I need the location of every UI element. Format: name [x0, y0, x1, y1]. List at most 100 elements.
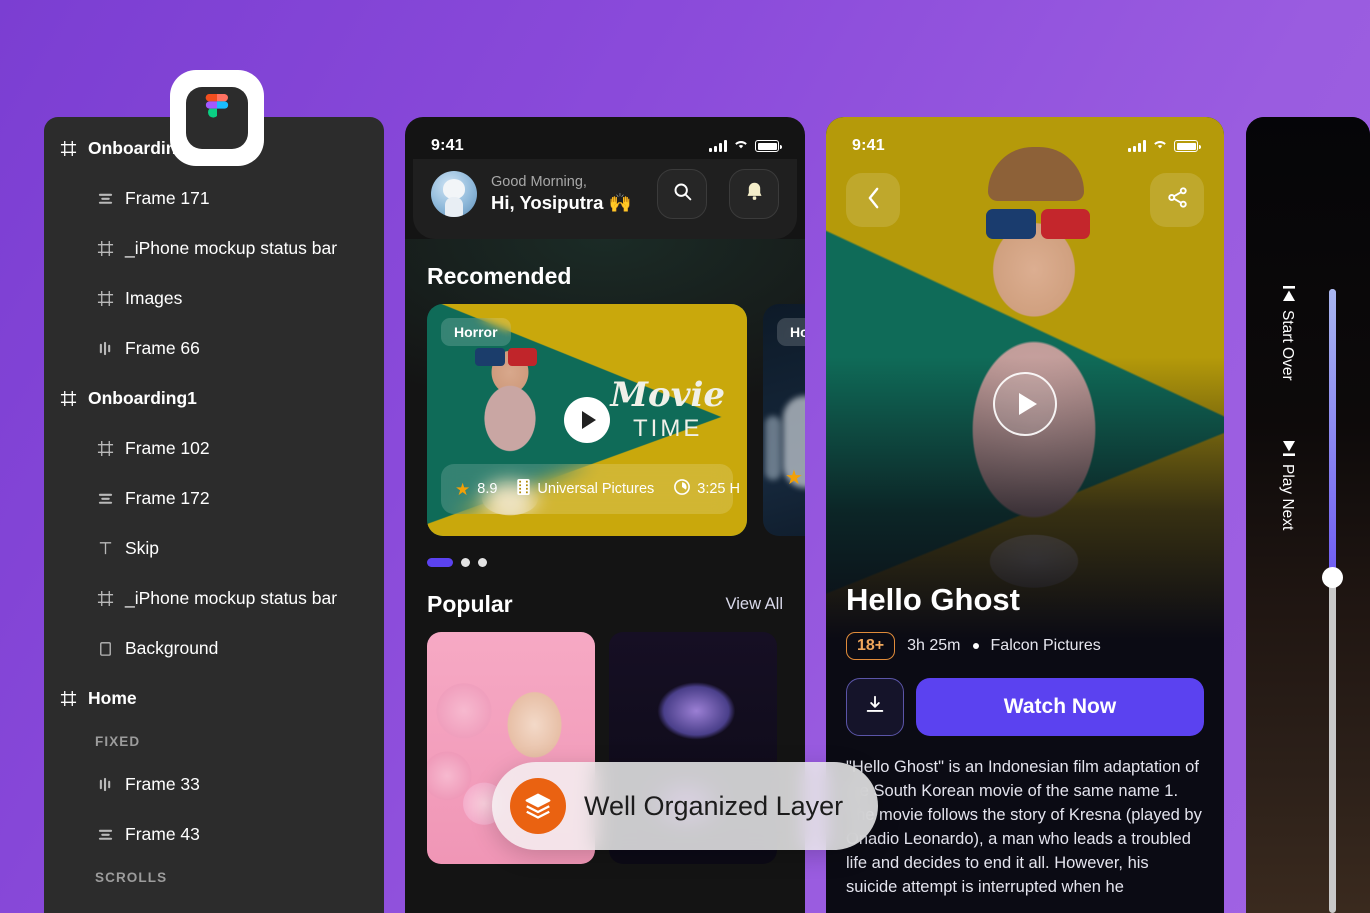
well-organized-layer-label: Well Organized Layer	[584, 790, 844, 821]
layer-row[interactable]: _iPhone mockup status bar	[44, 573, 384, 623]
search-icon	[672, 181, 693, 207]
avatar[interactable]	[431, 171, 477, 217]
layer-row[interactable]: Background	[44, 623, 384, 673]
layer-row[interactable]: Frame 102	[44, 423, 384, 473]
frame-icon	[95, 238, 115, 258]
status-bar-time: 9:41	[431, 137, 464, 154]
layer-row[interactable]: Skip	[44, 523, 384, 573]
pagination-dot[interactable]	[427, 558, 453, 567]
movie-logo: Movie TIME	[610, 378, 725, 441]
well-organized-layer-badge: Well Organized Layer	[492, 762, 878, 850]
figma-app-badge	[170, 70, 264, 166]
progress-slider[interactable]	[1322, 289, 1343, 913]
movie-card[interactable]: Horror ★	[763, 304, 805, 536]
recommended-carousel[interactable]: Horror Movie TIME ★ 8.9 Universal Pictur…	[405, 304, 805, 536]
movie-studio: Universal Pictures	[537, 481, 655, 497]
movie-logo-word1: Movie	[610, 375, 725, 415]
pagination-dot[interactable]	[461, 558, 470, 567]
phone-mockup-detail: 9:41 Hello Ghost 18+ 3h 25m Falcon Pictu…	[826, 117, 1224, 913]
layer-row[interactable]: Frame 43	[44, 809, 384, 859]
3d-glasses	[475, 348, 537, 366]
frame-icon	[58, 138, 78, 158]
layer-row[interactable]: Onboarding1	[44, 373, 384, 423]
separator-dot	[972, 643, 979, 649]
layer-label: Frame 171	[125, 187, 210, 208]
greeting-subtitle: Good Morning,	[491, 174, 587, 190]
layer-row[interactable]: Images	[44, 273, 384, 323]
movie-logo-word2: TIME	[633, 415, 703, 442]
layer-label: Images	[125, 287, 183, 308]
frame-icon	[58, 688, 78, 708]
movie-meta: 18+ 3h 25m Falcon Pictures	[846, 632, 1204, 660]
player-video-frame	[1246, 117, 1370, 913]
layer-label: Frame 102	[125, 437, 210, 458]
start-over-label: Start Over	[1279, 310, 1296, 381]
frame-icon	[95, 588, 115, 608]
wifi-icon	[1152, 137, 1168, 155]
layer-label: Frame 43	[125, 823, 200, 844]
movie-card[interactable]: Horror Movie TIME ★ 8.9 Universal Pictur…	[427, 304, 747, 536]
slider-fill	[1329, 289, 1336, 579]
start-over-button[interactable]: Start Over	[1278, 285, 1296, 381]
layer-section-label: FIXED	[95, 733, 141, 749]
text-icon	[95, 538, 115, 558]
frame-icon	[95, 288, 115, 308]
hero-play-button[interactable]	[993, 372, 1057, 436]
search-button[interactable]	[657, 169, 707, 219]
wifi-icon	[733, 137, 749, 155]
age-rating-badge: 18+	[846, 632, 896, 660]
layer-label: Frame 172	[125, 487, 210, 508]
play-button[interactable]	[564, 397, 610, 443]
notifications-button[interactable]	[729, 169, 779, 219]
movie-description: "Hello Ghost" is an Indonesian film adap…	[846, 758, 1202, 896]
status-bar-home: 9:41	[405, 117, 805, 165]
popular-section-header: Popular View All	[405, 567, 805, 632]
star-icon: ★	[455, 479, 471, 499]
layer-row[interactable]: Home	[44, 673, 384, 723]
layer-row[interactable]: Frame 66	[44, 323, 384, 373]
horizontal-layout-icon	[95, 338, 115, 358]
watch-now-button[interactable]: Watch Now	[916, 678, 1204, 736]
film-strip-icon	[517, 479, 531, 499]
layer-label: Home	[88, 687, 137, 708]
figma-logo-icon	[202, 93, 232, 143]
layer-row[interactable]: _iPhone mockup status bar	[44, 223, 384, 273]
movie-duration: 3:25 H	[697, 481, 740, 497]
genre-badge: Horror	[777, 318, 805, 346]
cellular-bars-icon	[709, 140, 727, 152]
layer-label: Background	[125, 637, 219, 658]
chevron-left-icon	[867, 187, 880, 214]
carousel-pagination[interactable]	[405, 536, 805, 567]
battery-icon	[755, 140, 782, 152]
layer-section-label: SCROLLS	[95, 869, 168, 885]
play-next-button[interactable]: Play Next	[1278, 439, 1296, 530]
layer-row[interactable]: Frame 172	[44, 473, 384, 523]
download-button[interactable]	[846, 678, 904, 736]
layer-row[interactable]: Frame 33	[44, 759, 384, 809]
movie-meta-bar: ★ 8.9 Universal Pictures 3:25 H	[441, 464, 740, 514]
pagination-dot[interactable]	[478, 558, 487, 567]
slider-thumb[interactable]	[1322, 567, 1343, 588]
layer-row[interactable]: Content	[44, 895, 384, 913]
view-all-link[interactable]: View All	[726, 595, 783, 614]
vertical-layout-icon	[95, 824, 115, 844]
download-icon	[864, 694, 886, 721]
layer-label: Skip	[125, 537, 160, 558]
back-button[interactable]	[846, 173, 900, 227]
star-icon: ★	[785, 467, 803, 489]
home-header: Good Morning, Hi, Yosiputra 🙌	[413, 159, 797, 239]
movie-title: Hello Ghost	[846, 582, 1020, 617]
share-button[interactable]	[1150, 173, 1204, 227]
movie-studio: Falcon Pictures	[990, 637, 1101, 654]
rectangle-icon	[95, 638, 115, 658]
layer-label: Frame 66	[125, 337, 200, 358]
popular-title: Popular	[427, 591, 513, 617]
figma-badge-inner	[186, 87, 248, 149]
layer-section-header: SCROLLS	[44, 859, 384, 895]
greeting-title: Hi, Yosiputra 🙌	[491, 192, 632, 213]
layer-row[interactable]: Frame 171	[44, 173, 384, 223]
layer-label: Onboarding1	[88, 387, 197, 408]
skip-next-icon	[1278, 440, 1296, 456]
bell-icon	[744, 180, 765, 208]
layer-section-header: FIXED	[44, 723, 384, 759]
